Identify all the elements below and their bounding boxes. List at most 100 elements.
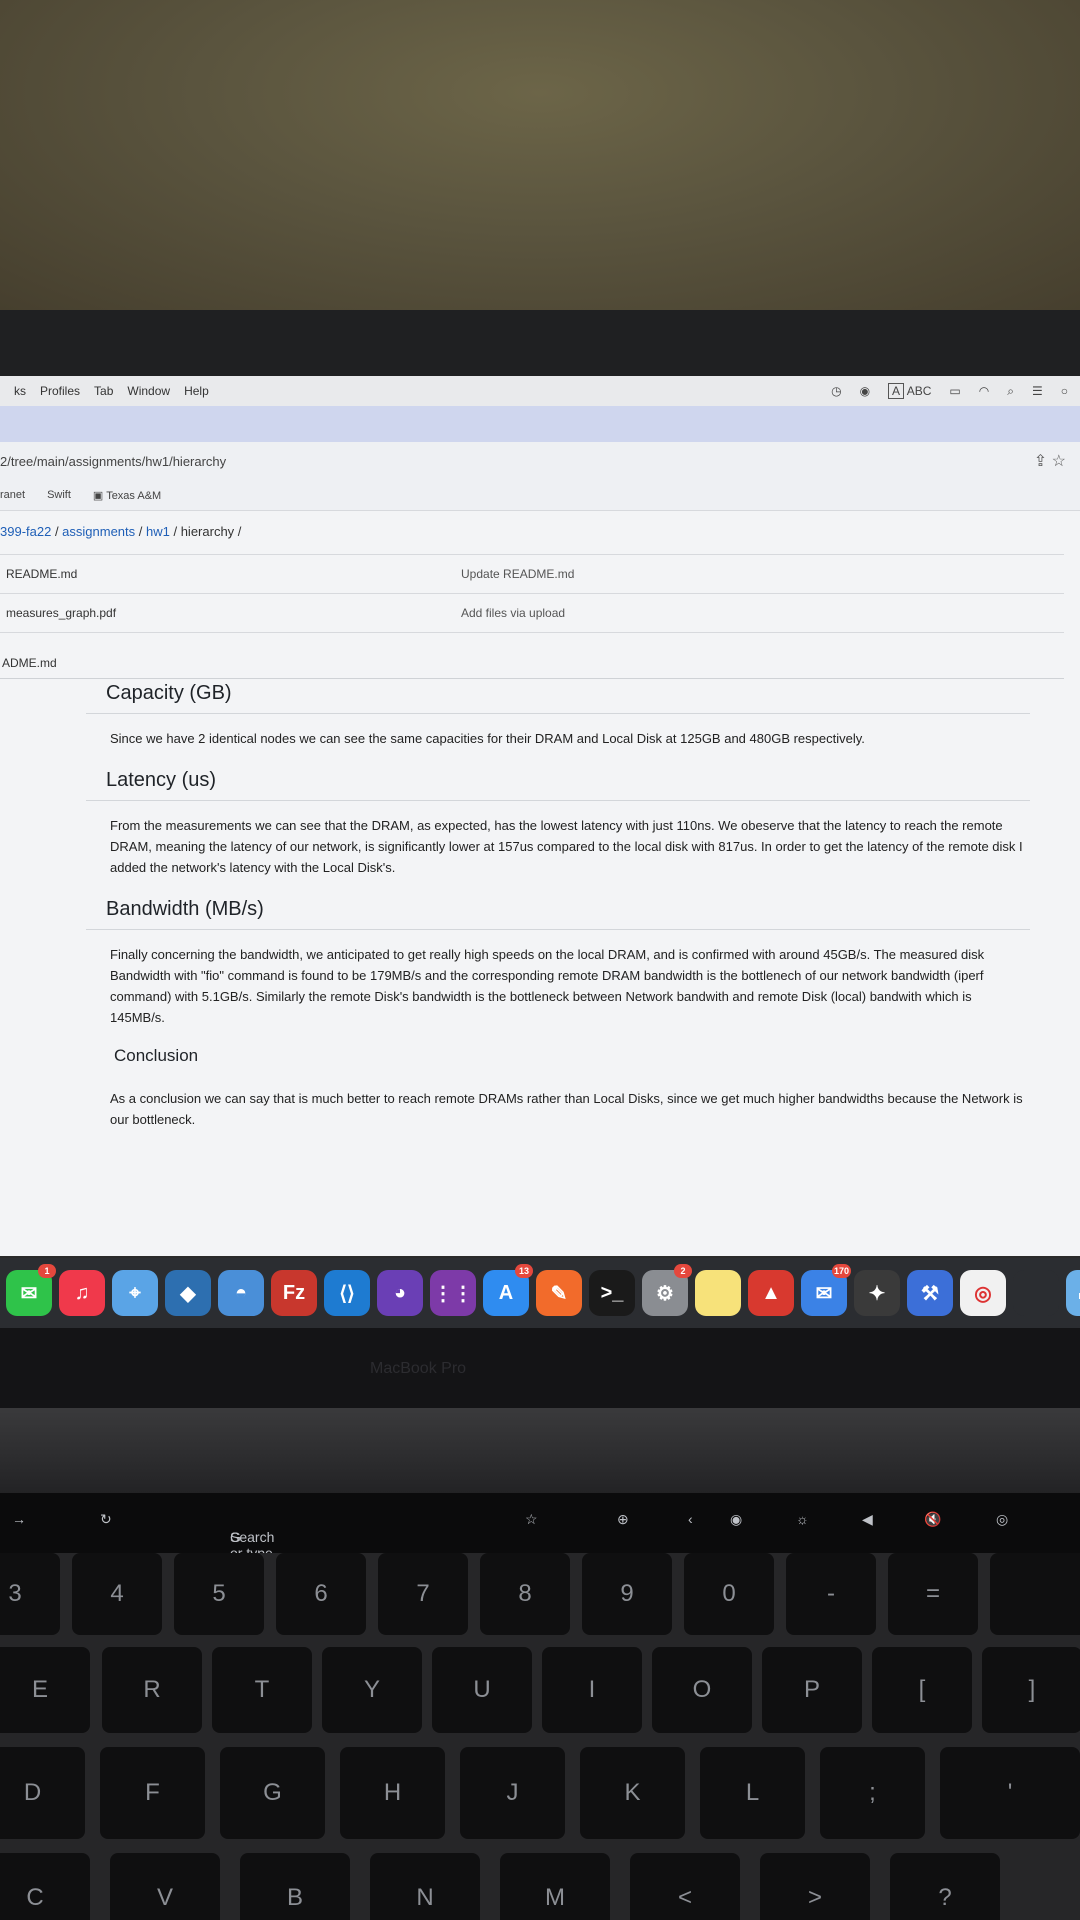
key-bracket-right[interactable]: ]	[982, 1647, 1080, 1733]
bookmark-intranet[interactable]: ranet	[0, 489, 25, 501]
touchbar-back-icon[interactable]: ‹	[688, 1511, 693, 1527]
key-m[interactable]: M	[500, 1853, 610, 1920]
key-7[interactable]: 7	[378, 1553, 468, 1635]
key-9[interactable]: 9	[582, 1553, 672, 1635]
touchbar-star-icon[interactable]: ☆	[525, 1511, 538, 1528]
control-center-icon[interactable]: ☰	[1032, 384, 1043, 398]
xcode-icon[interactable]: ⚒	[907, 1270, 953, 1316]
battery-icon[interactable]: ▭	[949, 384, 960, 398]
play-icon[interactable]: ◉	[860, 384, 870, 398]
key-h[interactable]: H	[340, 1747, 445, 1839]
key-8[interactable]: 8	[480, 1553, 570, 1635]
file-row[interactable]: measures_graph.pdf Add files via upload	[0, 594, 1064, 633]
key-n[interactable]: N	[370, 1853, 480, 1920]
key-minus[interactable]: -	[786, 1553, 876, 1635]
touchbar-mute-icon[interactable]: 🔇	[924, 1511, 941, 1528]
key-period[interactable]: >	[760, 1853, 870, 1920]
readme-filename[interactable]: ADME.md	[2, 656, 57, 670]
key-t[interactable]: T	[212, 1647, 312, 1733]
key-3[interactable]: 3	[0, 1553, 60, 1635]
terminal-icon[interactable]: >_	[589, 1270, 635, 1316]
url-text[interactable]: 2/tree/main/assignments/hw1/hierarchy	[0, 454, 226, 469]
key-j[interactable]: J	[460, 1747, 565, 1839]
key-d[interactable]: D	[0, 1747, 85, 1839]
key-6[interactable]: 6	[276, 1553, 366, 1635]
touchbar-siri-icon-2[interactable]: ◎	[996, 1511, 1008, 1528]
messages-icon[interactable]: ✉ 1	[6, 1264, 56, 1316]
wifi-icon[interactable]: ◠	[979, 384, 989, 398]
laptop-model-label: MacBook Pro	[370, 1360, 467, 1377]
key-v[interactable]: V	[110, 1853, 220, 1920]
bookmark-favicon-icon: ▣	[92, 489, 104, 502]
commit-message[interactable]: Add files via upload	[461, 606, 565, 620]
key-k[interactable]: K	[580, 1747, 685, 1839]
siri-icon[interactable]: ○	[1061, 384, 1068, 398]
file-name[interactable]: README.md	[6, 567, 77, 581]
file-row[interactable]: README.md Update README.md	[0, 555, 1064, 594]
key-comma[interactable]: <	[630, 1853, 740, 1920]
app-store-icon[interactable]: A 13	[483, 1264, 533, 1316]
app-icon[interactable]: ◆	[165, 1270, 211, 1316]
touchbar-siri-icon[interactable]: ◉	[730, 1511, 742, 1528]
menu-item-bookmarks[interactable]: ks	[14, 384, 26, 398]
key-y[interactable]: Y	[322, 1647, 422, 1733]
breadcrumb-repo[interactable]: 399-fa22	[0, 524, 51, 539]
mail-icon[interactable]: ✉ 170	[801, 1264, 851, 1316]
key-5[interactable]: 5	[174, 1553, 264, 1635]
touchbar-forward-icon[interactable]: →	[12, 1511, 26, 1527]
key-u[interactable]: U	[432, 1647, 532, 1733]
menu-item-help[interactable]: Help	[184, 384, 209, 398]
share-and-star-icon[interactable]: ⇪ ☆	[1034, 451, 1066, 471]
key-i[interactable]: I	[542, 1647, 642, 1733]
maps-icon[interactable]: ⌖	[112, 1270, 158, 1316]
browser-address-bar[interactable]: 2/tree/main/assignments/hw1/hierarchy ⇪ …	[0, 442, 1080, 480]
key-l[interactable]: L	[700, 1747, 805, 1839]
file-name[interactable]: measures_graph.pdf	[6, 606, 116, 620]
sequel-pro-icon[interactable]: ◓	[218, 1270, 264, 1316]
key-slash[interactable]: ?	[890, 1853, 1000, 1920]
time-machine-icon[interactable]: ◷	[831, 384, 841, 398]
key-semicolon[interactable]: ;	[820, 1747, 925, 1839]
commit-message[interactable]: Update README.md	[461, 567, 574, 581]
search-icon[interactable]: ⌕	[1007, 384, 1014, 399]
breadcrumb-assignments[interactable]: assignments	[62, 524, 135, 539]
music-icon[interactable]: ♫	[59, 1270, 105, 1316]
touchbar-volume-icon[interactable]: ◀	[862, 1511, 873, 1528]
app-grid-icon[interactable]: ⋮⋮	[430, 1270, 476, 1316]
key-f[interactable]: F	[100, 1747, 205, 1839]
touchbar-newtab-icon[interactable]: ⊕	[617, 1511, 629, 1528]
breadcrumb-hw1[interactable]: hw1	[146, 524, 170, 539]
github-icon[interactable]: ◕	[377, 1270, 423, 1316]
app-red-icon[interactable]: ▲	[748, 1270, 794, 1316]
key-r[interactable]: R	[102, 1647, 202, 1733]
notes-icon[interactable]	[695, 1270, 741, 1316]
touchbar-reload-icon[interactable]: ↻	[100, 1511, 112, 1528]
key-g[interactable]: G	[220, 1747, 325, 1839]
app-dark-icon[interactable]: ✦	[854, 1270, 900, 1316]
key-e[interactable]: E	[0, 1647, 90, 1733]
capacity-heading: Capacity (GB)	[86, 676, 1030, 714]
bookmark-texas-am[interactable]: ▣ Texas A&M	[93, 489, 161, 502]
key-delete[interactable]	[990, 1553, 1080, 1635]
system-preferences-icon[interactable]: ⚙ 2	[642, 1264, 692, 1316]
bookmark-swift[interactable]: Swift	[47, 489, 71, 501]
vscode-icon[interactable]: ⟨⟩	[324, 1270, 370, 1316]
key-quote[interactable]: '	[940, 1747, 1080, 1839]
key-b[interactable]: B	[240, 1853, 350, 1920]
touchbar-brightness-icon[interactable]: ☼	[796, 1511, 809, 1527]
key-equals[interactable]: =	[888, 1553, 978, 1635]
input-source-icon[interactable]: A ABC	[888, 383, 931, 399]
key-o[interactable]: O	[652, 1647, 752, 1733]
filezilla-icon[interactable]: Fz	[271, 1270, 317, 1316]
pencil-app-icon[interactable]: ✎	[536, 1270, 582, 1316]
menu-item-window[interactable]: Window	[127, 384, 170, 398]
key-c[interactable]: C	[0, 1853, 90, 1920]
chrome-icon[interactable]: ◎	[960, 1270, 1006, 1316]
key-0[interactable]: 0	[684, 1553, 774, 1635]
key-p[interactable]: P	[762, 1647, 862, 1733]
key-4[interactable]: 4	[72, 1553, 162, 1635]
folder-icon[interactable]: ▬	[1066, 1270, 1080, 1316]
menu-item-profiles[interactable]: Profiles	[40, 384, 80, 398]
key-bracket-left[interactable]: [	[872, 1647, 972, 1733]
menu-item-tab[interactable]: Tab	[94, 384, 113, 398]
